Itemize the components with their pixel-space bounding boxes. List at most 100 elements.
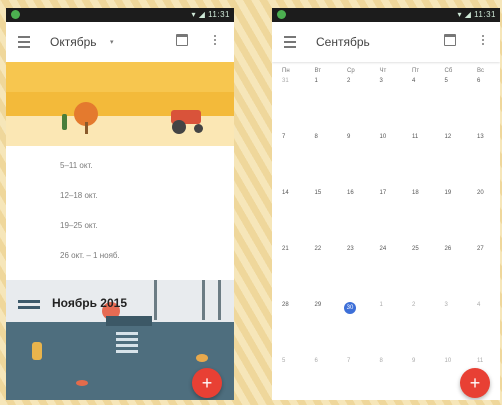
day-number: 9 xyxy=(347,134,351,140)
menu-icon[interactable] xyxy=(18,36,30,51)
week-row: 21 22 23 24 25 26 27 xyxy=(272,242,500,298)
day-cell[interactable]: 28 xyxy=(272,298,305,354)
day-number: 6 xyxy=(314,358,318,364)
day-cell[interactable]: 18 xyxy=(402,186,435,242)
more-options-icon[interactable] xyxy=(482,35,485,47)
day-cell[interactable]: 1 xyxy=(370,298,403,354)
day-number: 30 xyxy=(344,302,356,314)
day-number: 3 xyxy=(379,78,383,84)
status-bar: ▾ ◢ 11:31 xyxy=(6,8,234,22)
app-bar: Сентябрь xyxy=(272,22,500,62)
day-number: 3 xyxy=(444,302,448,308)
day-number: 14 xyxy=(282,190,289,196)
day-cell[interactable]: 26 xyxy=(435,242,468,298)
week-list: 5–11 окт. 12–18 окт. 19–25 окт. 26 окт. … xyxy=(6,158,234,278)
day-number: 7 xyxy=(282,134,286,140)
status-text: ▾ ◢ 11:31 xyxy=(457,10,496,19)
day-number: 4 xyxy=(477,302,481,308)
day-cell[interactable]: 5 xyxy=(435,74,468,130)
day-number: 13 xyxy=(477,134,484,140)
day-cell[interactable]: 4 xyxy=(467,298,500,354)
day-cell[interactable]: 8 xyxy=(305,130,338,186)
day-cell[interactable]: 22 xyxy=(305,242,338,298)
day-number: 7 xyxy=(347,358,351,364)
fisherman-illustration xyxy=(32,342,42,360)
day-number: 12 xyxy=(444,134,452,140)
day-cell[interactable]: 23 xyxy=(337,242,370,298)
day-number: 2 xyxy=(347,78,351,84)
day-cell[interactable]: 24 xyxy=(370,242,403,298)
day-number: 29 xyxy=(314,302,322,308)
day-cell[interactable]: 15 xyxy=(305,186,338,242)
more-options-icon[interactable] xyxy=(214,35,217,47)
day-number: 6 xyxy=(477,78,481,84)
day-number: 11 xyxy=(412,134,419,140)
day-cell[interactable]: 25 xyxy=(402,242,435,298)
day-number: 15 xyxy=(314,190,322,196)
day-number: 18 xyxy=(412,190,419,196)
status-text: ▾ ◢ 11:31 xyxy=(191,10,230,19)
notification-icon xyxy=(277,10,286,19)
day-cell[interactable]: 2 xyxy=(402,298,435,354)
day-number: 16 xyxy=(347,190,354,196)
day-cell[interactable]: 12 xyxy=(435,130,468,186)
week-row[interactable]: 19–25 окт. xyxy=(6,218,234,248)
day-number: 27 xyxy=(477,246,484,252)
day-cell[interactable]: 8 xyxy=(370,354,403,400)
day-cell[interactable]: 19 xyxy=(435,186,468,242)
september-month-screen: ▾ ◢ 11:31 Сентябрь Пн Вт Ср Чт Пт Сб Вс … xyxy=(272,8,500,400)
calendar-today-icon[interactable] xyxy=(176,34,188,46)
day-cell[interactable]: 21 xyxy=(272,242,305,298)
calendar-today-icon[interactable] xyxy=(444,34,456,46)
day-number: 19 xyxy=(444,190,452,196)
day-number: 17 xyxy=(379,190,387,196)
day-cell[interactable]: 6 xyxy=(467,74,500,130)
month-section-title: Ноябрь 2015 xyxy=(52,296,127,310)
day-cell[interactable]: 30 xyxy=(337,298,370,354)
day-cell[interactable]: 2 xyxy=(337,74,370,130)
chevron-down-icon[interactable]: ▾ xyxy=(110,38,114,46)
menu-icon[interactable] xyxy=(284,36,296,51)
week-row: 31 1 2 3 4 5 6 xyxy=(272,74,500,130)
day-cell[interactable]: 31 xyxy=(272,74,305,130)
month-title[interactable]: Сентябрь xyxy=(316,35,370,49)
day-cell[interactable]: 14 xyxy=(272,186,305,242)
decoration-bars xyxy=(18,300,40,312)
day-cell[interactable]: 7 xyxy=(272,130,305,186)
day-cell[interactable]: 13 xyxy=(467,130,500,186)
day-cell[interactable]: 11 xyxy=(402,130,435,186)
day-cell[interactable]: 27 xyxy=(467,242,500,298)
day-cell[interactable]: 16 xyxy=(337,186,370,242)
person-illustration xyxy=(62,114,67,130)
month-grid: Пн Вт Ср Чт Пт Сб Вс 31 1 2 3 4 5 6 7 8 9 10 11 12 13… xyxy=(272,68,500,400)
day-cell[interactable]: 9 xyxy=(337,130,370,186)
add-event-button[interactable]: + xyxy=(192,368,222,398)
day-number: 26 xyxy=(444,246,452,252)
day-number: 23 xyxy=(347,246,354,252)
day-cell[interactable]: 6 xyxy=(305,354,338,400)
week-row: 14 15 16 17 18 19 20 xyxy=(272,186,500,242)
week-row[interactable]: 12–18 окт. xyxy=(6,188,234,218)
day-cell[interactable]: 4 xyxy=(402,74,435,130)
day-number: 22 xyxy=(314,246,322,252)
day-cell[interactable]: 10 xyxy=(370,130,403,186)
day-cell[interactable]: 5 xyxy=(272,354,305,400)
add-event-button[interactable]: + xyxy=(460,368,490,398)
day-number: 28 xyxy=(282,302,289,308)
day-number: 24 xyxy=(379,246,387,252)
day-number: 10 xyxy=(379,134,387,140)
day-number: 25 xyxy=(412,246,419,252)
day-cell[interactable]: 3 xyxy=(435,298,468,354)
week-row[interactable]: 5–11 окт. xyxy=(6,158,234,188)
day-cell[interactable]: 29 xyxy=(305,298,338,354)
day-cell[interactable]: 1 xyxy=(305,74,338,130)
week-row[interactable]: 26 окт. – 1 нояб. xyxy=(6,248,234,278)
day-cell[interactable]: 7 xyxy=(337,354,370,400)
notification-icon xyxy=(11,10,20,19)
day-cell[interactable]: 9 xyxy=(402,354,435,400)
month-title[interactable]: Октябрь xyxy=(50,35,97,49)
day-number: 8 xyxy=(314,134,318,140)
day-cell[interactable]: 17 xyxy=(370,186,403,242)
day-cell[interactable]: 20 xyxy=(467,186,500,242)
day-cell[interactable]: 3 xyxy=(370,74,403,130)
